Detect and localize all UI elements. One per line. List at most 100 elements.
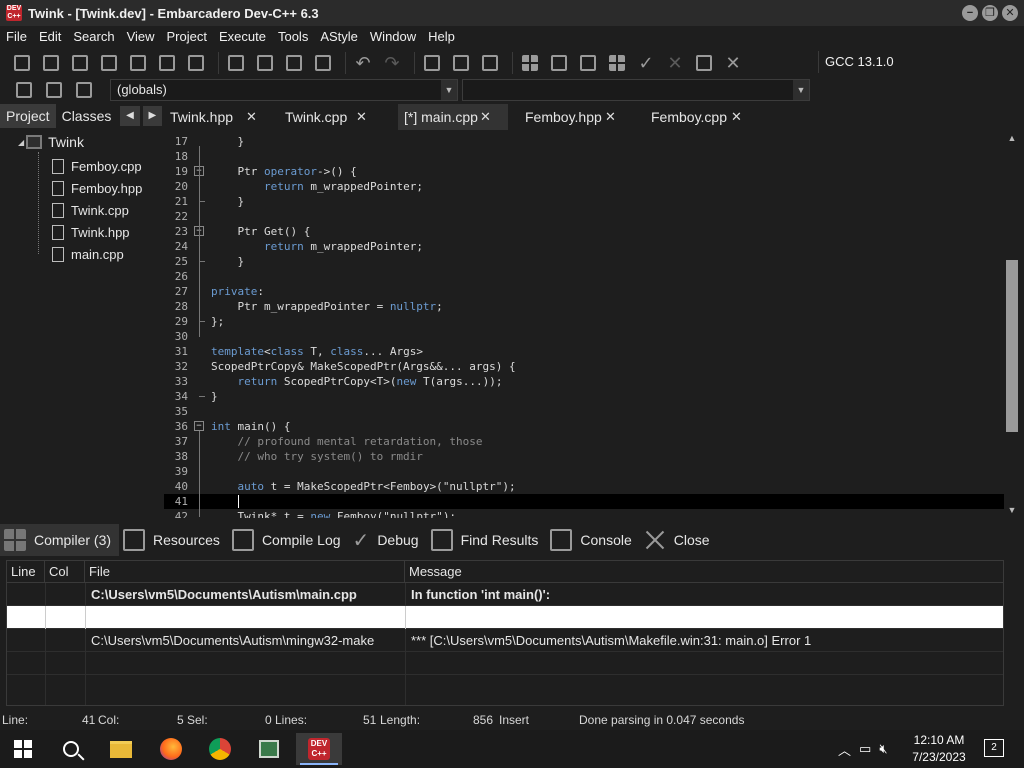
- close-tab-icon[interactable]: ✕: [731, 104, 742, 130]
- code-line[interactable]: 17 }: [164, 134, 1004, 149]
- col-header-col[interactable]: Col: [45, 561, 85, 583]
- table-row[interactable]: [7, 652, 1003, 675]
- col-header-message[interactable]: Message: [405, 561, 1003, 583]
- find-button[interactable]: [224, 51, 248, 75]
- code-line[interactable]: 21 }: [164, 194, 1004, 209]
- tab-main-cpp[interactable]: [*] main.cpp ✕: [398, 104, 508, 130]
- start-button[interactable]: [0, 733, 46, 765]
- delete-profile-button[interactable]: ✕: [721, 51, 745, 75]
- remove-from-project-button[interactable]: [449, 51, 473, 75]
- menu-project[interactable]: Project: [161, 26, 213, 48]
- close-tab-icon[interactable]: ✕: [246, 104, 257, 130]
- print-button[interactable]: [184, 51, 208, 75]
- undo-button[interactable]: ↶: [351, 51, 375, 75]
- code-line[interactable]: 26: [164, 269, 1004, 284]
- scroll-up-icon[interactable]: ▲: [1004, 130, 1020, 146]
- code-line[interactable]: 38 // who try system() to rmdir: [164, 449, 1004, 464]
- close-tab-icon[interactable]: ✕: [356, 104, 367, 130]
- tab-femboy-cpp[interactable]: Femboy.cpp ✕: [651, 104, 761, 130]
- tab-femboy-hpp[interactable]: Femboy.hpp ✕: [525, 104, 635, 130]
- chrome-button[interactable]: [197, 733, 243, 765]
- tree-item-femboy-hpp[interactable]: Femboy.hpp: [52, 178, 142, 198]
- code-line[interactable]: 22: [164, 209, 1004, 224]
- stop-button[interactable]: ✕: [663, 51, 687, 75]
- tab-project[interactable]: Project: [0, 104, 56, 128]
- run-button[interactable]: [547, 51, 571, 75]
- code-line[interactable]: 36− int main() {: [164, 419, 1004, 434]
- member-select[interactable]: ▼: [462, 79, 810, 101]
- menu-astyle[interactable]: AStyle: [314, 26, 364, 48]
- scrollbar-thumb[interactable]: [1006, 260, 1018, 432]
- menu-view[interactable]: View: [121, 26, 161, 48]
- menu-file[interactable]: File: [0, 26, 33, 48]
- close-tab-icon[interactable]: ✕: [480, 104, 491, 130]
- close-tab-icon[interactable]: ✕: [605, 104, 616, 130]
- menu-tools[interactable]: Tools: [272, 26, 314, 48]
- code-line[interactable]: 39: [164, 464, 1004, 479]
- tab-find-results[interactable]: Find Results: [427, 524, 547, 556]
- tree-root-project[interactable]: ◢ Twink: [18, 134, 84, 150]
- code-line[interactable]: 30: [164, 329, 1004, 344]
- code-line[interactable]: 40 auto t = MakeScopedPtr<Femboy>("nullp…: [164, 479, 1004, 494]
- file-explorer-button[interactable]: [98, 733, 144, 765]
- open-button[interactable]: [39, 51, 63, 75]
- code-line[interactable]: 24 return m_wrappedPointer;: [164, 239, 1004, 254]
- replace-button[interactable]: [253, 51, 277, 75]
- chevron-up-icon[interactable]: ︿: [838, 740, 851, 759]
- menu-help[interactable]: Help: [422, 26, 461, 48]
- code-line[interactable]: 20 return m_wrappedPointer;: [164, 179, 1004, 194]
- table-row[interactable]: [7, 675, 1003, 698]
- collapse-arrow-icon[interactable]: ◢: [18, 138, 24, 147]
- check-syntax-button[interactable]: ✓: [634, 51, 658, 75]
- compiler-select[interactable]: GCC 13.1.0: [818, 51, 1010, 73]
- new-file-button[interactable]: [10, 51, 34, 75]
- code-line[interactable]: 31 template<class T, class... Args>: [164, 344, 1004, 359]
- table-row[interactable]: C:\Users\vm5\Documents\Autism\mingw32-ma…: [7, 629, 1003, 652]
- scope-select[interactable]: (globals) ▼: [110, 79, 458, 101]
- code-line[interactable]: 19− Ptr operator->() {: [164, 164, 1004, 179]
- compile-button[interactable]: [518, 51, 542, 75]
- tab-twink-hpp[interactable]: Twink.hpp ✕: [170, 104, 280, 130]
- code-line[interactable]: 27 private:: [164, 284, 1004, 299]
- maximize-button[interactable]: ❐: [982, 5, 998, 21]
- goto-bookmark-button[interactable]: [72, 78, 96, 102]
- profile-button[interactable]: [692, 51, 716, 75]
- scroll-down-icon[interactable]: ▼: [1004, 502, 1020, 518]
- redo-button[interactable]: ↷: [380, 51, 404, 75]
- menu-edit[interactable]: Edit: [33, 26, 67, 48]
- devcpp-taskbar-button[interactable]: DEV C++: [296, 733, 342, 765]
- code-line[interactable]: 23− Ptr Get() {: [164, 224, 1004, 239]
- tab-resources[interactable]: Resources: [119, 524, 228, 556]
- bookmark-button[interactable]: [42, 78, 66, 102]
- add-to-project-button[interactable]: [420, 51, 444, 75]
- code-line[interactable]: 29};: [164, 314, 1004, 329]
- code-line[interactable]: 35: [164, 404, 1004, 419]
- chevron-down-icon[interactable]: ▼: [793, 80, 809, 100]
- taskbar-clock[interactable]: 12:10 AM 7/23/2023: [904, 732, 974, 766]
- code-line[interactable]: 34}: [164, 389, 1004, 404]
- goto-line-button[interactable]: [12, 78, 36, 102]
- tree-item-main-cpp[interactable]: main.cpp: [52, 244, 124, 264]
- tab-compile-log[interactable]: Compile Log: [228, 524, 349, 556]
- search-button[interactable]: [48, 733, 94, 765]
- editor-scrollbar[interactable]: ▲ ▼: [1004, 130, 1020, 518]
- network-icon[interactable]: ▭: [859, 741, 871, 757]
- tree-item-twink-cpp[interactable]: Twink.cpp: [52, 200, 129, 220]
- notification-center-icon[interactable]: 2: [984, 739, 1004, 757]
- close-window-button[interactable]: ✕: [1002, 5, 1018, 21]
- chevron-right-icon[interactable]: ▶: [142, 106, 162, 126]
- code-line[interactable]: 33 return ScopedPtrCopy<T>(new T(args...…: [164, 374, 1004, 389]
- close-panel-button[interactable]: Close: [640, 524, 718, 556]
- minimize-button[interactable]: −: [962, 5, 978, 21]
- spreadsheet-app-button[interactable]: [246, 733, 292, 765]
- volume-muted-icon[interactable]: 🔇︎: [879, 741, 887, 757]
- fold-toggle-icon[interactable]: −: [194, 421, 204, 431]
- code-line[interactable]: 41: [164, 494, 1004, 509]
- unindent-button[interactable]: [311, 51, 335, 75]
- project-options-button[interactable]: [478, 51, 502, 75]
- code-line[interactable]: 25 }: [164, 254, 1004, 269]
- menu-execute[interactable]: Execute: [213, 26, 272, 48]
- chevron-down-icon[interactable]: ▼: [441, 80, 457, 100]
- code-line[interactable]: 37 // profound mental retardation, those: [164, 434, 1004, 449]
- code-line[interactable]: 42 Twink* t = new Femboy("nullptr");: [164, 509, 1004, 518]
